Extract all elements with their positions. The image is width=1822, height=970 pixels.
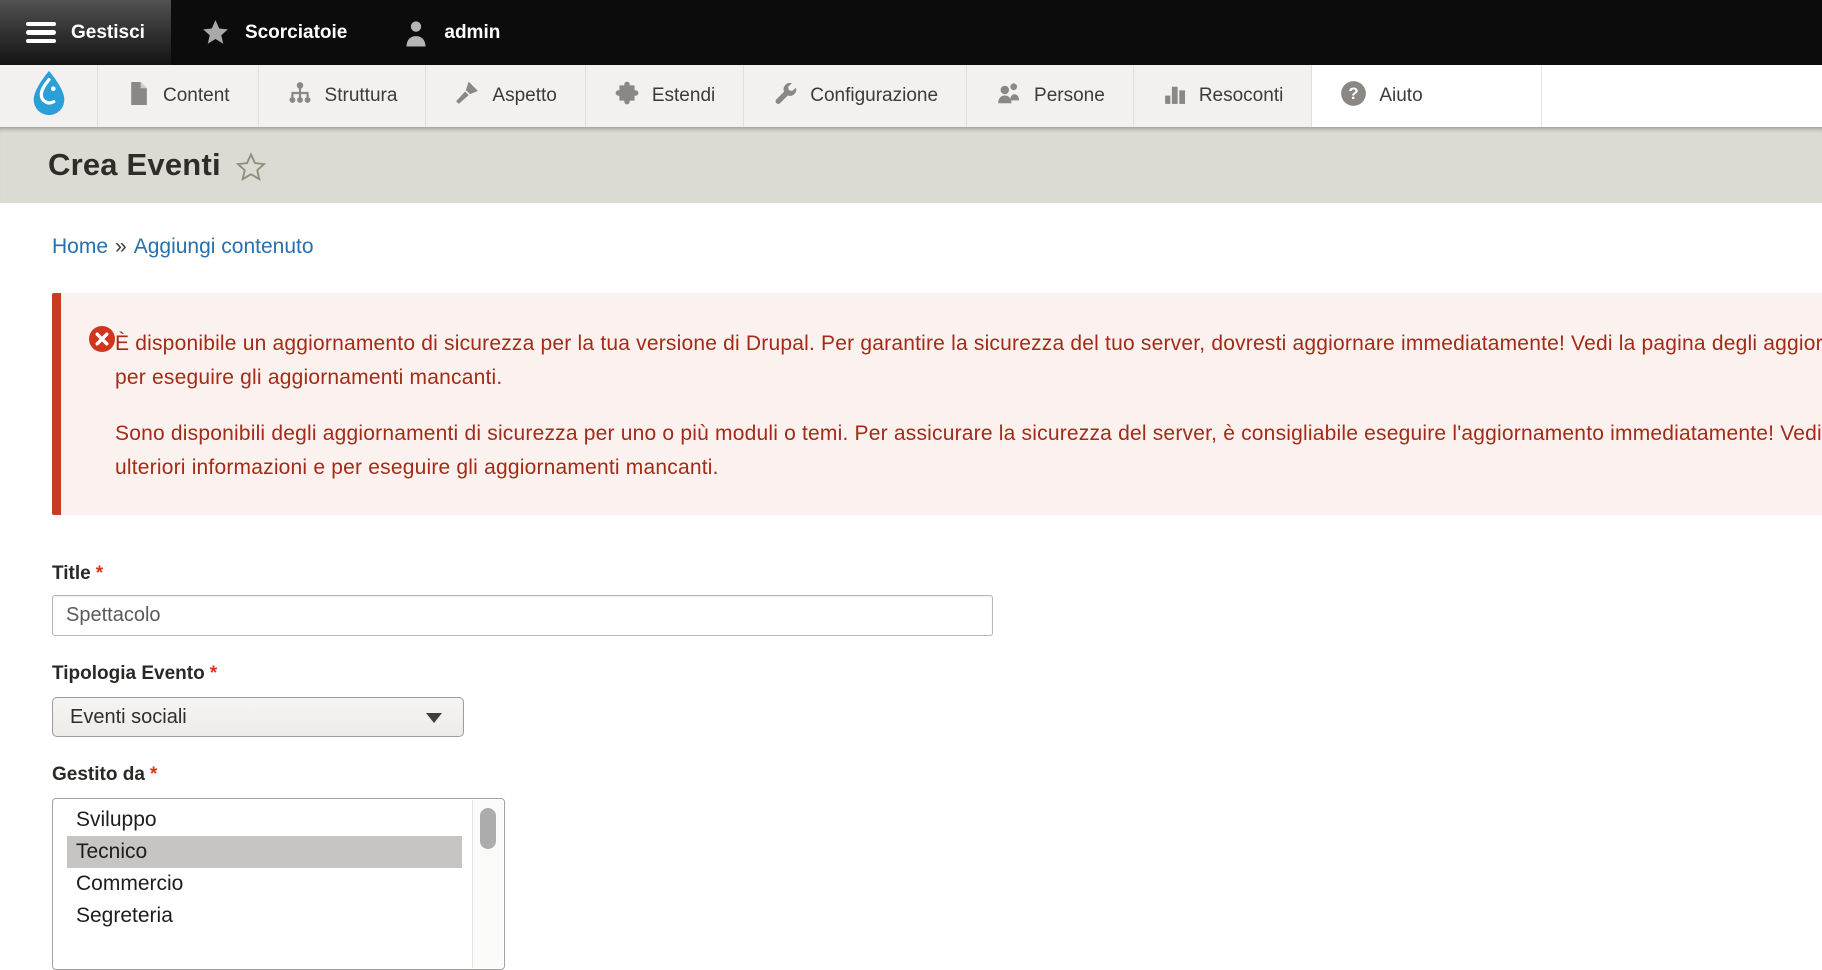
toolbar-item-configuration[interactable]: Configurazione	[743, 65, 966, 127]
required-marker: *	[96, 563, 103, 584]
required-marker: *	[150, 764, 157, 785]
error-paragraph: È disponibile un aggiornamento di sicure…	[115, 327, 1822, 395]
toolbar-item-content[interactable]: Content	[97, 65, 258, 127]
chevron-down-icon	[426, 713, 442, 723]
toolbar-item-extend[interactable]: Estendi	[585, 65, 743, 127]
required-marker: *	[210, 663, 217, 684]
event-type-selected-value: Eventi sociali	[70, 706, 187, 729]
admin-menu-toolbar: Content Struttura Aspetto Estendi Config…	[0, 65, 1822, 127]
listbox-scrollbar-thumb[interactable]	[480, 808, 496, 849]
breadcrumb-add-content-link[interactable]: Aggiungi contenuto	[134, 235, 314, 258]
title-field-group: Title*	[52, 563, 1822, 636]
breadcrumb-separator: »	[115, 235, 127, 258]
page-title: Crea Eventi	[48, 147, 221, 183]
toolbar-item-structure[interactable]: Struttura	[258, 65, 426, 127]
drupal-home-button[interactable]	[0, 65, 97, 127]
wrench-icon	[772, 80, 798, 112]
question-icon: ?	[1340, 80, 1367, 113]
managed-by-field-label: Gestito da*	[52, 764, 1822, 786]
toolbar-spacer	[1542, 65, 1822, 127]
manage-tab-label: Gestisci	[71, 22, 145, 44]
toolbar-item-label: Struttura	[325, 85, 398, 107]
toolbar-item-label: Content	[163, 85, 230, 107]
manage-tab[interactable]: Gestisci	[0, 0, 171, 65]
toolbar-item-people[interactable]: Persone	[966, 65, 1133, 127]
menu-icon	[26, 22, 56, 44]
people-icon	[995, 80, 1022, 112]
event-type-field-label: Tipologia Evento*	[52, 663, 1822, 685]
toolbar-item-help[interactable]: ? Aiuto	[1311, 65, 1541, 127]
managed-by-field-group: Gestito da* Sviluppo Tecnico Commercio S…	[52, 764, 1822, 970]
file-icon	[126, 81, 151, 112]
star-outline-icon[interactable]	[235, 151, 267, 183]
listbox-option-segreteria[interactable]: Segreteria	[67, 900, 462, 932]
toolbar-item-label: Estendi	[652, 85, 715, 107]
error-paragraph: Sono disponibili degli aggiornamenti di …	[115, 417, 1822, 485]
star-icon	[201, 18, 230, 47]
brush-icon	[454, 80, 480, 112]
shortcuts-tab[interactable]: Scorciatoie	[175, 0, 373, 65]
error-text-line: per eseguire gli aggiornamenti mancanti.	[115, 361, 1822, 395]
main-content: Home » Aggiungi contenuto È disponibile un…	[0, 235, 1822, 970]
chart-icon	[1162, 81, 1187, 112]
toolbar-item-label: Aspetto	[492, 85, 556, 107]
error-circle-x-icon	[88, 325, 116, 359]
toolbar-item-label: Configurazione	[810, 85, 938, 107]
shortcuts-tab-label: Scorciatoie	[245, 22, 347, 44]
breadcrumb-home-link[interactable]: Home	[52, 235, 108, 258]
admin-toolbar: Gestisci Scorciatoie admin	[0, 0, 1822, 65]
error-message-box: È disponibile un aggiornamento di sicure…	[52, 293, 1822, 515]
sitemap-icon	[287, 80, 313, 112]
puzzle-icon	[614, 80, 640, 112]
user-account-tab[interactable]: admin	[377, 0, 526, 65]
toolbar-item-label: Resoconti	[1199, 85, 1284, 107]
title-field-label: Title*	[52, 563, 1822, 585]
svg-text:?: ?	[1349, 84, 1359, 103]
managed-by-listbox: Sviluppo Tecnico Commercio Segreteria	[52, 798, 505, 970]
listbox-option-sviluppo[interactable]: Sviluppo	[67, 804, 462, 836]
event-type-select[interactable]: Eventi sociali	[52, 697, 464, 737]
listbox-scrollbar[interactable]	[472, 800, 503, 968]
toolbar-item-label: Aiuto	[1379, 85, 1422, 107]
error-text-line: È disponibile un aggiornamento di sicure…	[115, 327, 1822, 361]
user-account-label: admin	[444, 22, 500, 44]
event-type-field-group: Tipologia Evento* Eventi sociali	[52, 663, 1822, 737]
toolbar-item-reports[interactable]: Resoconti	[1133, 65, 1312, 127]
toolbar-item-label: Persone	[1034, 85, 1105, 107]
page-header: Crea Eventi	[0, 127, 1822, 203]
title-input[interactable]	[52, 595, 993, 636]
error-text-line: ulteriori informazioni e per eseguire gl…	[115, 451, 1822, 485]
create-event-form: Title* Tipologia Evento* Eventi sociali …	[52, 563, 1822, 970]
user-icon	[403, 19, 429, 47]
listbox-option-tecnico[interactable]: Tecnico	[67, 836, 462, 868]
drupal-logo	[26, 69, 72, 124]
breadcrumb: Home » Aggiungi contenuto	[52, 235, 1822, 259]
listbox-option-commercio[interactable]: Commercio	[67, 868, 462, 900]
toolbar-item-appearance[interactable]: Aspetto	[425, 65, 584, 127]
error-text-line: Sono disponibili degli aggiornamenti di …	[115, 417, 1822, 451]
error-message-body: È disponibile un aggiornamento di sicure…	[115, 327, 1822, 485]
